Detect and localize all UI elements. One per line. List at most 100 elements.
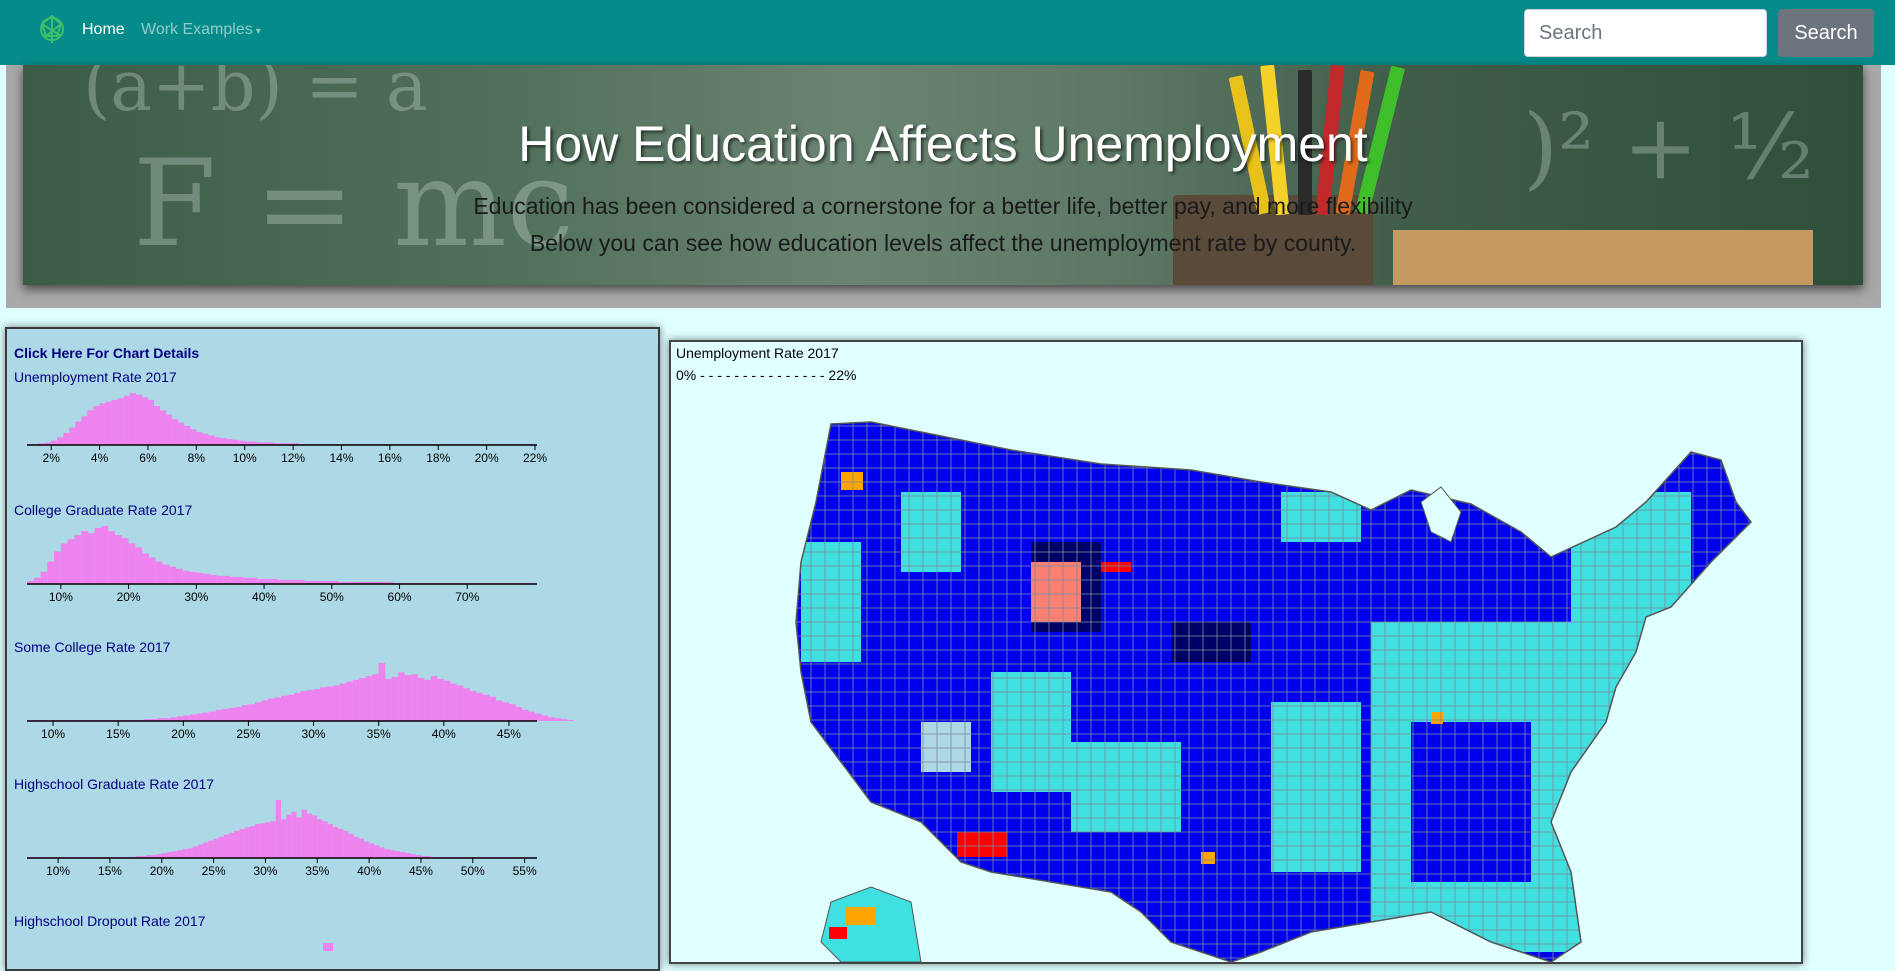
some-college-chart-title: Some College Rate 2017: [14, 639, 171, 655]
histogram-bar: [404, 675, 412, 721]
histogram-bar: [154, 406, 161, 445]
x-tick-label: 50%: [461, 864, 485, 878]
x-tick-label: 70%: [455, 590, 479, 604]
histogram-bar: [338, 829, 344, 858]
histogram-bar: [255, 824, 261, 858]
histogram-bar: [40, 571, 48, 584]
histogram-bar: [67, 539, 75, 584]
hero-subtitle-1: Education has been considered a cornerst…: [473, 193, 1413, 219]
x-tick-label: 15%: [98, 864, 122, 878]
dropout-chart-title: Highschool Dropout Rate 2017: [14, 913, 206, 929]
histogram-bar: [69, 427, 76, 445]
histogram-bar: [400, 852, 406, 858]
histogram-bar: [177, 850, 183, 858]
histogram-bar: [261, 700, 268, 721]
search-input[interactable]: [1524, 9, 1767, 57]
histogram-bar: [123, 395, 130, 445]
histogram-bar: [230, 576, 237, 584]
x-tick-label: 60%: [388, 590, 412, 604]
histogram-bar: [343, 830, 349, 858]
histogram-bar: [182, 570, 190, 584]
x-tick-label: 25%: [236, 727, 260, 741]
histogram-bar: [203, 842, 209, 858]
histogram-bar: [270, 821, 276, 858]
histogram-bar: [502, 702, 509, 721]
histogram-bar: [196, 572, 204, 584]
histogram-bar: [135, 547, 143, 584]
histogram-bar: [443, 680, 451, 721]
navbar: Home Work Examples ▾ Search: [0, 0, 1895, 65]
histogram-bar: [391, 677, 399, 721]
histogram-bar: [209, 574, 217, 584]
us-county-map[interactable]: [671, 342, 1801, 962]
histogram-bar: [213, 838, 219, 858]
logo-icon[interactable]: [37, 10, 67, 50]
x-tick-label: 22%: [523, 451, 547, 465]
histogram-bar: [115, 535, 122, 584]
histogram-bar: [81, 416, 88, 445]
histogram-bar: [218, 836, 224, 858]
x-tick-label: 45%: [409, 864, 433, 878]
histogram-bar: [198, 844, 204, 858]
histogram-bar: [398, 672, 405, 721]
histogram-bar: [229, 832, 235, 858]
histogram-bar: [155, 561, 163, 584]
college-chart-title: College Graduate Rate 2017: [14, 502, 193, 518]
chart-details-link[interactable]: Click Here For Chart Details: [14, 345, 199, 361]
histogram-bar: [379, 847, 385, 858]
histogram-bar: [363, 841, 370, 858]
x-tick-label: 50%: [320, 590, 344, 604]
unemployment-histogram: 2% 4% 6% 8% 10% 12% 14% 16% 18% 20% 22%: [27, 393, 547, 465]
histogram-bar: [384, 849, 390, 858]
histogram-bar: [275, 800, 281, 858]
histogram-bar: [301, 809, 307, 858]
histogram-bar: [353, 836, 359, 858]
histogram-bar: [142, 553, 149, 584]
histogram-bar: [264, 578, 271, 584]
histogram-bar: [196, 432, 203, 445]
histogram-bar: [417, 677, 425, 721]
histogram-bar: [244, 827, 250, 858]
histogram-bar: [215, 709, 223, 721]
x-tick-label: 55%: [513, 864, 537, 878]
page-title: How Education Affects Unemployment: [518, 116, 1368, 172]
histogram-bar: [430, 676, 438, 721]
histogram-bar: [33, 577, 41, 584]
histogram-bar: [489, 696, 496, 721]
histogram-bar: [208, 840, 214, 858]
histogram-bar: [87, 533, 95, 584]
nav-work-examples-label: Work Examples: [141, 21, 253, 38]
histogram-bar: [250, 577, 258, 584]
x-tick-label: 30%: [302, 727, 326, 741]
x-tick-label: 4%: [91, 451, 109, 465]
x-tick-label: 40%: [432, 727, 456, 741]
x-tick-label: 40%: [357, 864, 381, 878]
histogram-bar: [162, 564, 170, 584]
histogram-bar: [369, 843, 375, 858]
histogram-bar: [274, 697, 281, 721]
histogram-bar: [508, 704, 516, 721]
histogram-bar: [141, 397, 148, 445]
nav-work-examples-dropdown[interactable]: Work Examples ▾: [141, 21, 261, 39]
nav-home-link[interactable]: Home: [82, 21, 125, 39]
histogram-bar: [495, 700, 503, 721]
histogram-bar: [228, 707, 236, 721]
histogram-bar: [476, 692, 483, 721]
histogram-bar: [389, 850, 396, 858]
histogram-bar: [312, 815, 318, 858]
histogram-bar: [469, 691, 477, 721]
college-histogram: 10% 20% 30% 40% 50% 60% 70%: [27, 526, 537, 604]
histogram-bar: [348, 833, 354, 858]
histogram-bar: [226, 438, 233, 445]
x-tick-label: 6%: [139, 451, 157, 465]
histogram-bar: [192, 846, 199, 858]
histogram-bar: [196, 713, 203, 721]
x-tick-label: 8%: [188, 451, 206, 465]
histogram-bar: [241, 705, 249, 721]
histogram-bar: [182, 849, 188, 858]
histogram-bar: [296, 817, 302, 858]
x-tick-label: 10%: [233, 451, 257, 465]
chevron-down-icon: ▾: [255, 26, 261, 37]
search-button[interactable]: Search: [1778, 9, 1874, 57]
map-panel: Unemployment Rate 2017 0% - - - - - - - …: [669, 340, 1803, 964]
